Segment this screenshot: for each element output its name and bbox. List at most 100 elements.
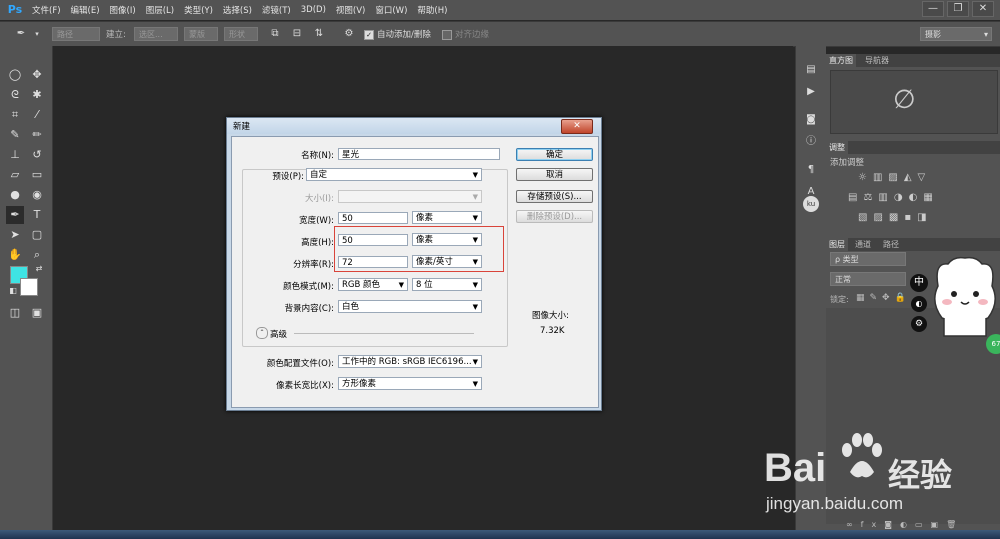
color-profile-value: 工作中的 RGB: sRGB IEC6196... [342, 357, 472, 367]
quick-mask-icon[interactable]: ◫ [6, 304, 24, 322]
path-selection-tool-icon[interactable]: ➤ [6, 226, 24, 244]
tab-adjustments[interactable]: 调整 [826, 141, 848, 154]
save-preset-button[interactable]: 存储预设(S)... [516, 190, 593, 203]
selection-button[interactable]: 选区... [134, 27, 178, 41]
tab-layers[interactable]: 图层 [826, 238, 848, 251]
healing-brush-tool-icon[interactable]: ✎ [6, 126, 24, 144]
restore-button[interactable]: ❐ [947, 1, 969, 17]
menu-image[interactable]: 图像(I) [110, 4, 136, 16]
height-input[interactable]: 50 [338, 234, 408, 246]
chevron-down-icon: ▼ [472, 303, 478, 311]
history-brush-tool-icon[interactable]: ↺ [28, 146, 46, 164]
width-unit-select[interactable]: 像素 ▼ [412, 211, 482, 224]
chevron-down-icon[interactable]: ▾ [30, 26, 44, 42]
paragraph-icon[interactable]: ¶ [803, 162, 819, 178]
adjustment-icons-row3[interactable]: ▧▨▩▪◨ [858, 212, 933, 223]
ok-button[interactable]: 确定 [516, 148, 593, 161]
clone-stamp-tool-icon[interactable]: ⊥ [6, 146, 24, 164]
menu-edit[interactable]: 编辑(E) [71, 4, 100, 16]
gear-icon[interactable]: ⚙ [342, 26, 356, 42]
path-alignment-icon[interactable]: ⊟ [290, 26, 304, 42]
hand-tool-icon[interactable]: ✋ [6, 246, 24, 264]
bit-depth-select[interactable]: 8 位 ▼ [412, 278, 482, 291]
menu-type[interactable]: 类型(Y) [184, 4, 213, 16]
rectangle-tool-icon[interactable]: ▢ [28, 226, 46, 244]
pixel-aspect-select[interactable]: 方形像素 ▼ [338, 377, 482, 390]
menu-file[interactable]: 文件(F) [32, 4, 61, 16]
eyedropper-tool-icon[interactable]: ⁄ [28, 106, 46, 124]
blur-tool-icon[interactable]: ● [6, 186, 24, 204]
pen-tool-icon[interactable]: ✒ [6, 206, 24, 224]
menu-filter[interactable]: 滤镜(T) [262, 4, 291, 16]
marquee-tool-icon[interactable]: ◯ [6, 66, 24, 84]
brush-tool-icon[interactable]: ✏ [28, 126, 46, 144]
screen-mode-icon[interactable]: ▣ [28, 304, 46, 322]
type-tool-icon[interactable]: T [28, 206, 46, 224]
menu-3d[interactable]: 3D(D) [301, 5, 326, 15]
notification-badge[interactable]: 67 [986, 334, 1000, 354]
default-colors-icon[interactable]: ◧ [4, 282, 22, 300]
layer-kind-filter[interactable]: ρ 类型 [830, 252, 906, 266]
dodge-tool-icon[interactable]: ◉ [28, 186, 46, 204]
width-input[interactable]: 50 [338, 212, 408, 224]
menu-select[interactable]: 选择(S) [223, 4, 252, 16]
auto-add-delete-label: 自动添加/删除 [377, 30, 431, 40]
close-window-button[interactable]: ✕ [972, 1, 994, 17]
preset-select[interactable]: 自定 ▼ [306, 168, 482, 181]
shape-button[interactable]: 形状 [224, 27, 258, 41]
menu-view[interactable]: 视图(V) [336, 4, 365, 16]
lock-icons[interactable]: ▦✎✥🔒 [856, 293, 911, 303]
cancel-button[interactable]: 取消 [516, 168, 593, 181]
crop-tool-icon[interactable]: ⌗ [6, 106, 24, 124]
eraser-tool-icon[interactable]: ▱ [6, 166, 24, 184]
background-label: 背景内容(C): [284, 304, 334, 314]
actions-play-icon[interactable]: ▶ [803, 84, 819, 100]
kuler-icon[interactable]: ku [803, 196, 819, 212]
tab-navigator[interactable]: 导航器 [862, 54, 892, 67]
color-mode-select[interactable]: RGB 颜色 ▼ [338, 278, 408, 291]
height-unit-select[interactable]: 像素 ▼ [412, 233, 482, 246]
path-operations-icon[interactable]: ⧉ [268, 26, 282, 42]
align-edges-option[interactable]: 对齐边缘 [442, 28, 489, 40]
path-mode-select[interactable]: 路径 [52, 27, 100, 41]
tab-histogram[interactable]: 直方图 [826, 54, 856, 67]
pen-tool-icon[interactable]: ✒ [14, 26, 28, 42]
name-input[interactable]: 星光 [338, 148, 500, 160]
swap-colors-icon[interactable]: ⇄ [30, 260, 48, 278]
color-profile-select[interactable]: 工作中的 RGB: sRGB IEC6196... ▼ [338, 355, 482, 368]
layers-footer-icons[interactable]: ∞fx◙◐▭▣🗑 [846, 520, 964, 529]
mask-button[interactable]: 蒙版 [184, 27, 218, 41]
chevron-down-icon: ▼ [472, 193, 478, 201]
window-controls: — ❐ ✕ [919, 1, 994, 17]
move-tool-icon[interactable]: ✥ [28, 66, 46, 84]
history-icon[interactable]: ▤ [803, 62, 819, 78]
path-arrangement-icon[interactable]: ⇅ [312, 26, 326, 42]
resolution-unit-select[interactable]: 像素/英寸 ▼ [412, 255, 482, 268]
lasso-tool-icon[interactable]: ᘓ [6, 86, 24, 104]
background-color-swatch[interactable] [20, 278, 38, 296]
collapse-advanced-icon[interactable]: ⌃ [256, 327, 268, 339]
info-icon[interactable]: ⓘ [803, 134, 819, 150]
align-edges-checkbox[interactable] [442, 29, 452, 40]
auto-add-delete-checkbox[interactable]: ✓ [364, 29, 374, 40]
magic-wand-tool-icon[interactable]: ✱ [28, 86, 46, 104]
auto-add-delete-option[interactable]: ✓ 自动添加/删除 [364, 28, 431, 40]
minimize-button[interactable]: — [922, 1, 944, 17]
menu-help[interactable]: 帮助(H) [417, 4, 447, 16]
adjustment-icons-row2[interactable]: ▤⚖▥◑◐▦ [848, 192, 939, 203]
moon-icon[interactable]: ◐ [911, 296, 927, 312]
workspace-select[interactable]: 摄影 ▾ [920, 27, 992, 41]
gear-icon[interactable]: ⚙ [911, 316, 927, 332]
background-select[interactable]: 白色 ▼ [338, 300, 482, 313]
ime-indicator[interactable]: 中 [910, 274, 928, 292]
menu-window[interactable]: 窗口(W) [375, 4, 407, 16]
dialog-close-button[interactable]: ✕ [561, 119, 593, 134]
gradient-tool-icon[interactable]: ▭ [28, 166, 46, 184]
menu-layer[interactable]: 图层(L) [146, 4, 174, 16]
properties-icon[interactable]: ◙ [803, 112, 819, 128]
resolution-input[interactable]: 72 [338, 256, 408, 268]
adjustment-icons-row1[interactable]: ☼▥▨◭▽ [858, 172, 931, 183]
tab-paths[interactable]: 路径 [880, 238, 902, 251]
tab-channels[interactable]: 通道 [852, 238, 874, 251]
blend-mode-select[interactable]: 正常 [830, 272, 906, 286]
